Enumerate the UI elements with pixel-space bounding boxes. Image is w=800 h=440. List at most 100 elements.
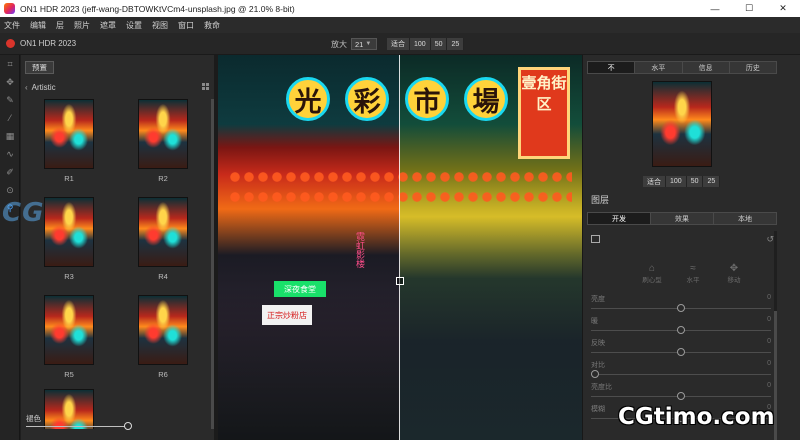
slider-value[interactable]: 0 xyxy=(767,382,771,389)
navigator-zoom-buttons: 适合 100 50 25 xyxy=(643,176,721,187)
transform-tool-icon[interactable]: ✥ xyxy=(0,73,20,91)
slider-track[interactable] xyxy=(591,374,771,375)
add-layer-icon[interactable] xyxy=(591,235,600,243)
preset-image xyxy=(44,295,94,365)
back-arrow-icon[interactable]: ‹ xyxy=(25,83,28,92)
fade-slider-handle[interactable] xyxy=(124,422,132,430)
category-header[interactable]: ‹ Artistic xyxy=(21,80,214,94)
mask-tool-horizontal[interactable]: ≈ 水平 xyxy=(679,263,707,289)
layers-title[interactable]: 图层 xyxy=(591,193,609,206)
presets-button[interactable]: 预置 xyxy=(25,61,54,74)
mask-tool-move[interactable]: ✥ 移动 xyxy=(720,263,748,289)
app-icon xyxy=(4,3,15,14)
zoom-50-button[interactable]: 50 xyxy=(430,38,448,50)
slider-label: 对比 xyxy=(591,362,605,369)
tab-local[interactable]: 本地 xyxy=(713,212,777,225)
slider-label: 亮度比 xyxy=(591,384,612,391)
presets-panel: 预置 ‹ Artistic R1 R2 R3 R4 R5 R6 褪色 xyxy=(21,55,214,440)
slider-value[interactable]: 0 xyxy=(767,316,771,323)
preset-thumbnail[interactable]: R2 xyxy=(133,99,193,183)
category-name: Artistic xyxy=(31,82,56,92)
refine-brush-icon[interactable]: ∿ xyxy=(0,145,20,163)
retouch-tool-icon[interactable]: ✐ xyxy=(0,163,20,181)
maximize-button[interactable]: ☐ xyxy=(732,0,766,17)
window-title: ON1 HDR 2023 (jeff-wang-DBTOWKtVCm4-unsp… xyxy=(20,3,295,14)
navigator-preview[interactable] xyxy=(652,81,712,167)
lanterns xyxy=(228,167,572,207)
clone-tool-icon[interactable]: ⊙ xyxy=(0,181,20,199)
brand-logo-icon xyxy=(6,39,15,48)
preset-thumbnail[interactable]: R4 xyxy=(133,197,193,281)
title-bar: ON1 HDR 2023 (jeff-wang-DBTOWKtVCm4-unsp… xyxy=(0,0,800,17)
menu-photo[interactable]: 照片 xyxy=(74,20,90,31)
tab-effects[interactable]: 效果 xyxy=(650,212,714,225)
preset-image xyxy=(138,99,188,169)
grid-view-icon[interactable] xyxy=(202,83,209,90)
slider-handle[interactable] xyxy=(677,392,685,400)
menu-settings[interactable]: 设置 xyxy=(126,20,142,31)
preset-name: R2 xyxy=(158,174,168,183)
crop-tool-icon[interactable]: ⌗ xyxy=(0,55,20,73)
slider-row: 亮度 0 xyxy=(591,293,771,315)
preset-thumbnail[interactable]: R1 xyxy=(39,99,99,183)
gradient-tool-icon[interactable]: ▦ xyxy=(0,127,20,145)
preset-grid: R1 R2 R3 R4 R5 R6 xyxy=(21,99,211,429)
nav-zoom-100-button[interactable]: 100 xyxy=(666,176,687,187)
fade-control: 褪色 xyxy=(21,410,214,440)
preset-thumbnail[interactable]: R3 xyxy=(39,197,99,281)
tab-history[interactable]: 历史 xyxy=(728,61,777,74)
reset-icon[interactable]: ↺ xyxy=(766,234,774,245)
nav-fit-button[interactable]: 适合 xyxy=(643,176,666,187)
menu-file[interactable]: 文件 xyxy=(4,20,20,31)
close-button[interactable]: ✕ xyxy=(766,0,800,17)
bucket-icon: ⌂ xyxy=(648,263,656,274)
slider-value[interactable]: 0 xyxy=(767,360,771,367)
slider-value[interactable]: 0 xyxy=(767,338,771,345)
slider-row: 反映 0 xyxy=(591,337,771,359)
zoom-label: 放大 xyxy=(331,39,347,49)
menu-layer[interactable]: 层 xyxy=(56,20,64,31)
menu-help[interactable]: 救命 xyxy=(204,20,220,31)
move-icon: ✥ xyxy=(729,263,739,274)
layer-actions: ↺ xyxy=(591,234,776,247)
preset-name: R5 xyxy=(64,370,74,379)
compare-split-line[interactable] xyxy=(399,55,400,440)
image-canvas[interactable]: 光 彩 市 場 壹角街区 霓虹影楼 深夜食堂 正宗炒粉店 xyxy=(218,55,582,440)
fit-button[interactable]: 适合 xyxy=(387,38,410,50)
tab-info[interactable]: 信息 xyxy=(681,61,730,74)
photo-preview: 光 彩 市 場 壹角街区 霓虹影楼 深夜食堂 正宗炒粉店 xyxy=(218,55,582,440)
menu-window[interactable]: 窗口 xyxy=(178,20,194,31)
preset-name: R4 xyxy=(158,272,168,281)
mask-tool-bucket[interactable]: ⌂ 刷心型 xyxy=(638,263,666,289)
tab-levels[interactable]: 水平 xyxy=(634,61,683,74)
zoom-select[interactable]: 21 ▼ xyxy=(351,38,377,50)
brush-tool-icon[interactable]: ✎ xyxy=(0,91,20,109)
stall-sign: 正宗炒粉店 xyxy=(262,305,312,325)
menu-view[interactable]: 视图 xyxy=(152,20,168,31)
masking-brush-icon[interactable]: ⁄ xyxy=(0,109,20,127)
fade-slider-track[interactable] xyxy=(26,426,130,427)
preset-thumbnail[interactable]: R5 xyxy=(39,295,99,379)
slider-value[interactable]: 0 xyxy=(767,294,771,301)
neon-sign: 光 xyxy=(286,77,330,121)
slider-handle[interactable] xyxy=(677,304,685,312)
nav-zoom-50-button[interactable]: 50 xyxy=(686,176,704,187)
minimize-button[interactable]: — xyxy=(698,0,732,17)
slider-handle[interactable] xyxy=(591,370,599,378)
menu-edit[interactable]: 编辑 xyxy=(30,20,46,31)
slider-handle[interactable] xyxy=(677,348,685,356)
preset-image xyxy=(138,197,188,267)
fade-label: 褪色 xyxy=(26,414,41,423)
preset-thumbnail[interactable]: R6 xyxy=(133,295,193,379)
tool-strip: ⌗ ✥ ✎ ⁄ ▦ ∿ ✐ ⊙ ⚲ xyxy=(0,55,20,440)
nav-zoom-25-button[interactable]: 25 xyxy=(703,176,721,187)
neon-sign: 市 xyxy=(405,77,449,121)
tab-develop[interactable]: 开发 xyxy=(587,212,651,225)
zoom-25-button[interactable]: 25 xyxy=(447,38,465,50)
preset-name: R3 xyxy=(64,272,74,281)
tab-navigator[interactable]: 不 xyxy=(587,61,636,74)
zoom-100-button[interactable]: 100 xyxy=(410,38,431,50)
compare-split-handle[interactable] xyxy=(396,277,404,285)
slider-handle[interactable] xyxy=(677,326,685,334)
menu-mask[interactable]: 遮罩 xyxy=(100,20,116,31)
